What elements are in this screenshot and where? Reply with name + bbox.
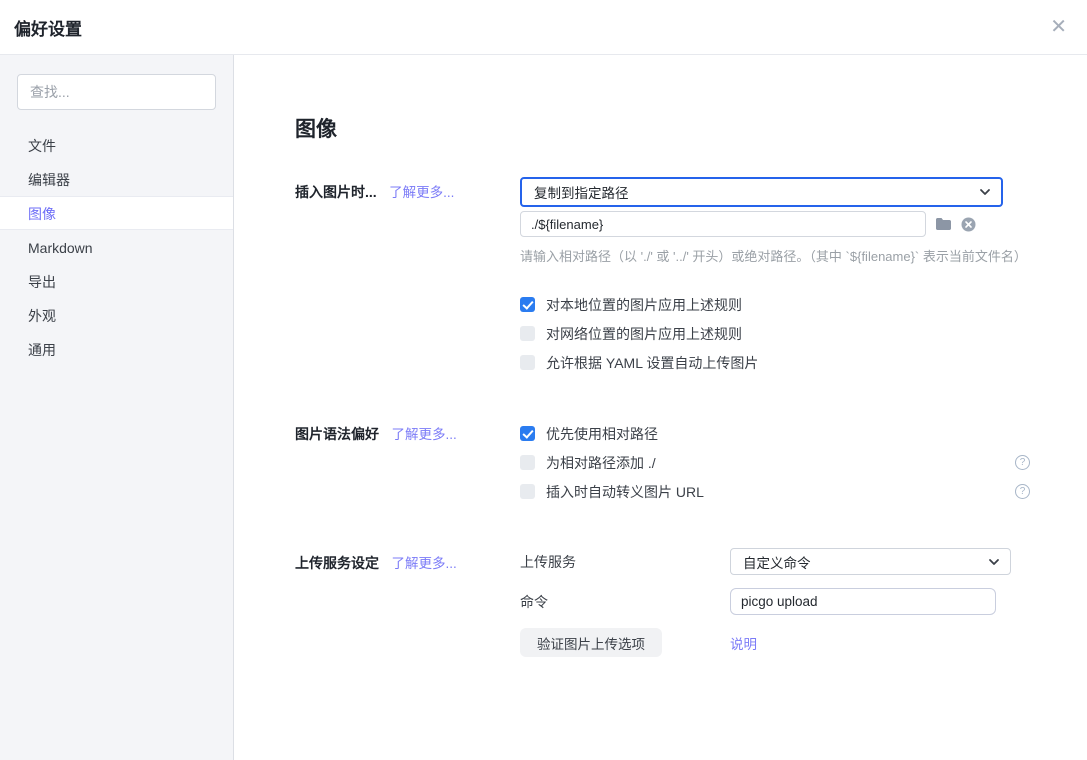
sidebar: 文件 编辑器 图像 Markdown 导出 外观 通用 [0,55,234,760]
chevron-down-icon [988,556,1000,568]
local-images-checkbox[interactable] [520,297,535,312]
online-images-checkbox[interactable] [520,326,535,341]
upload-learn-more-link[interactable]: 了解更多... [391,556,456,571]
upload-help-link[interactable]: 说明 [730,633,757,653]
chevron-down-icon [979,186,991,198]
insert-learn-more-link[interactable]: 了解更多... [389,185,454,200]
upload-service-select-value: 自定义命令 [743,552,988,572]
sidebar-item-markdown[interactable]: Markdown [0,230,233,264]
search-input[interactable] [17,74,216,110]
checkbox-row-yaml-upload: 允许根据 YAML 设置自动上传图片 [520,348,1030,377]
checkbox-row-local-images: 对本地位置的图片应用上述规则 [520,290,1030,319]
upload-service-select[interactable]: 自定义命令 [730,548,1011,575]
sidebar-item-image[interactable]: 图像 [0,196,233,230]
add-dot-slash-label: 为相对路径添加 ./ [546,453,656,473]
relative-path-label: 优先使用相对路径 [546,424,658,444]
sidebar-item-general[interactable]: 通用 [0,332,233,366]
validate-upload-button[interactable]: 验证图片上传选项 [520,628,662,657]
section-upload-service: 上传服务设定 了解更多... 上传服务 自定义命令 命令 [295,548,1087,657]
command-input[interactable] [730,588,996,615]
folder-icon[interactable] [935,217,952,231]
main-content: 图像 插入图片时... 了解更多... 复制到指定路径 [234,55,1087,760]
checkbox-row-relative-path: 优先使用相对路径 [520,419,1030,448]
relative-path-checkbox[interactable] [520,426,535,441]
sidebar-item-appearance[interactable]: 外观 [0,298,233,332]
syntax-learn-more-link[interactable]: 了解更多... [391,427,456,442]
command-label: 命令 [520,592,730,612]
image-syntax-label: 图片语法偏好 [295,426,379,442]
section-image-syntax: 图片语法偏好 了解更多... 优先使用相对路径 为相对路径添加 ./ ? [295,419,1087,506]
escape-url-checkbox[interactable] [520,484,535,499]
escape-url-label: 插入时自动转义图片 URL [546,482,704,502]
sidebar-item-file[interactable]: 文件 [0,128,233,162]
add-dot-slash-checkbox[interactable] [520,455,535,470]
copy-path-input[interactable] [520,211,926,237]
window-title: 偏好设置 [14,15,82,40]
yaml-upload-label: 允许根据 YAML 设置自动上传图片 [546,353,758,373]
sidebar-item-export[interactable]: 导出 [0,264,233,298]
help-icon[interactable]: ? [1015,455,1030,470]
upload-service-section-label: 上传服务设定 [295,555,379,571]
sidebar-item-editor[interactable]: 编辑器 [0,162,233,196]
yaml-upload-checkbox[interactable] [520,355,535,370]
insert-action-select-value: 复制到指定路径 [534,182,979,202]
insert-action-select[interactable]: 复制到指定路径 [520,177,1003,207]
checkbox-row-online-images: 对网络位置的图片应用上述规则 [520,319,1030,348]
path-hint-text: 请输入相对路径（以 './' 或 '../' 开头）或绝对路径。（其中 `${f… [520,246,1030,265]
titlebar: 偏好设置 ✕ [0,0,1087,55]
insert-image-label: 插入图片时... [295,184,377,200]
checkbox-row-escape-url: 插入时自动转义图片 URL ? [520,477,1030,506]
page-title: 图像 [295,113,1087,143]
online-images-label: 对网络位置的图片应用上述规则 [546,324,742,344]
checkbox-row-add-dot-slash: 为相对路径添加 ./ ? [520,448,1030,477]
upload-service-label: 上传服务 [520,552,730,572]
preferences-window: 偏好设置 ✕ 文件 编辑器 图像 Markdown 导出 外观 通用 图像 插入… [0,0,1087,760]
section-insert-image: 插入图片时... 了解更多... 复制到指定路径 [295,177,1087,377]
help-icon[interactable]: ? [1015,484,1030,499]
clear-path-icon[interactable] [961,217,976,232]
local-images-label: 对本地位置的图片应用上述规则 [546,295,742,315]
close-icon[interactable]: ✕ [1050,17,1067,37]
